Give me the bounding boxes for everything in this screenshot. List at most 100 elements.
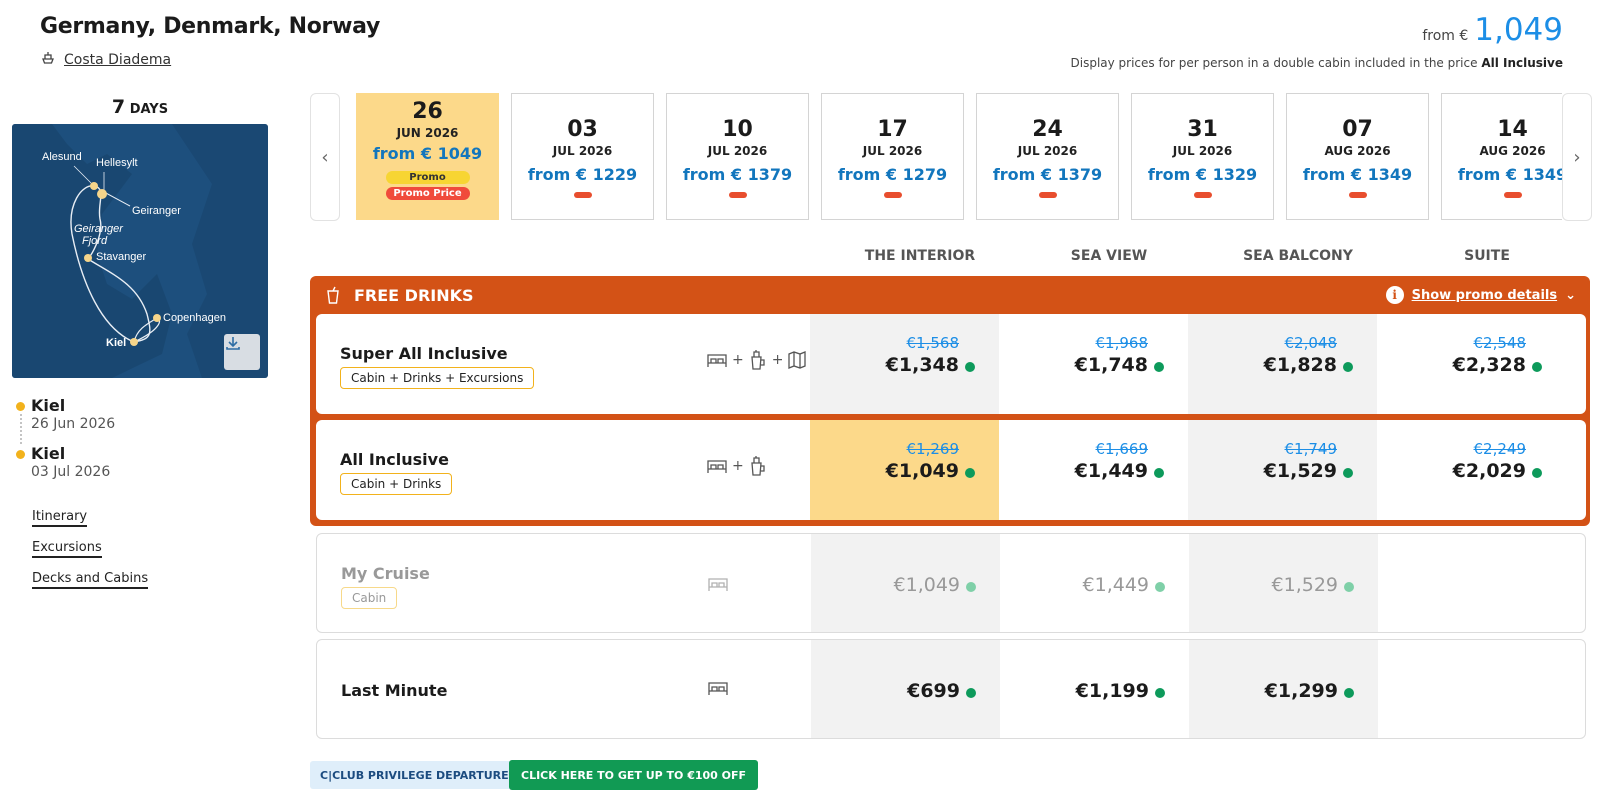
fare-tag: Cabin [341,587,398,609]
chevron-down-icon: ⌄ [1565,287,1576,303]
map-label-hellesylt: Hellesylt [96,157,138,169]
from-label: from € [1422,28,1469,44]
price-cell[interactable]: €1,669 €1,449 [999,420,1188,520]
price-cell[interactable]: €699 [811,640,1000,738]
price-cell[interactable]: €1,529 [1189,534,1378,632]
drink-cup-icon [327,286,339,304]
info-icon: i [1385,286,1404,304]
map-label-geiranger-fjord-1: Geiranger [74,223,124,235]
date-card[interactable]: 10 JUL 2026 from € 1379 [666,93,809,220]
map-label-alesund: Alesund [42,151,82,163]
map-label-geiranger: Geiranger [132,205,181,217]
fare-name: Last Minute [341,681,448,700]
drinks-icon [751,350,765,370]
availability-dot [1154,468,1164,478]
drinks-icon [751,456,765,476]
download-icon [226,337,240,350]
fare-tag: Cabin + Drinks [340,473,453,495]
show-promo-details-button[interactable]: i Show promo details ⌄ [1385,286,1576,304]
link-excursions[interactable]: Excursions [32,540,102,558]
ship-link[interactable]: Costa Diadema [40,50,171,70]
date-card[interactable]: 31 JUL 2026 from € 1329 [1131,93,1274,220]
availability-dot [966,582,976,592]
price-cell[interactable]: €1,968 €1,748 [999,314,1188,414]
cruise-title: Germany, Denmark, Norway [40,14,381,39]
promo-badge: Promo [385,171,470,184]
availability-dot [1155,688,1165,698]
column-header-sea-balcony: SEA BALCONY [1243,248,1353,264]
date-card[interactable]: 26 JUN 2026 from € 1049 Promo Promo Pric… [356,93,499,220]
fare-tag: Cabin + Drinks + Excursions [340,367,535,389]
ship-name[interactable]: Costa Diadema [64,52,171,68]
fare-row-my-cruise: My Cruise Cabin €1,049 €1,449 €1,529 [316,533,1586,633]
port-dot-icon [16,402,25,411]
map-label-stavanger: Stavanger [96,251,146,263]
fare-row-all-inclusive: All Inclusive Cabin + Drinks + €1,269 €1… [316,420,1586,520]
availability-dot [1343,468,1353,478]
promo-header: FREE DRINKS i Show promo details ⌄ [310,276,1590,314]
fare-name: All Inclusive [340,450,449,469]
availability-dot [1155,582,1165,592]
map-label-geiranger-fjord-2: Fjord [82,235,108,247]
price-cell[interactable]: €1,299 [1189,640,1378,738]
column-header-interior: THE INTERIOR [864,248,976,264]
fare-name: My Cruise [341,564,430,583]
date-card[interactable]: 24 JUL 2026 from € 1379 [976,93,1119,220]
bed-icon [708,578,728,591]
sidebar-links: Itinerary Excursions Decks and Cabins [32,505,149,598]
port-connector [20,414,22,444]
from-price-value: 1,049 [1474,12,1563,48]
price-cell[interactable]: €2,048 €1,828 [1188,314,1377,414]
date-card[interactable]: 14 AUG 2026 from € 1349 [1441,93,1562,220]
price-cell[interactable]: €1,449 [1000,534,1189,632]
column-header-sea-view: SEA VIEW [1070,248,1148,264]
date-carousel: 26 JUN 2026 from € 1049 Promo Promo Pric… [356,93,1562,221]
link-decks-cabins[interactable]: Decks and Cabins [32,571,149,589]
availability-dot [1532,468,1542,478]
availability-dot [1344,688,1354,698]
fare-includes: + + [706,349,807,371]
availability-dot [966,688,976,698]
price-cell-selected[interactable]: €1,269 €1,049 [810,420,999,520]
date-card[interactable]: 07 AUG 2026 from € 1349 [1286,93,1429,220]
map-excursion-icon [788,351,807,369]
promo-dash [883,192,902,198]
cclub-privilege-button[interactable]: C|CLUB PRIVILEGE DEPARTURES [310,761,527,789]
price-cell[interactable]: €1,749 €1,529 [1188,420,1377,520]
promo-dash [1193,192,1212,198]
fare-includes [707,574,729,594]
promo-dash [728,192,747,198]
availability-dot [1532,362,1542,372]
column-header-suite: SUITE [1464,248,1510,264]
fare-row-last-minute: Last Minute €699 €1,199 €1,299 [316,639,1586,739]
availability-dot [1343,362,1353,372]
price-cell[interactable]: €1,199 [1000,640,1189,738]
price-cell[interactable]: €1,049 [811,534,1000,632]
availability-dot [1344,582,1354,592]
price-cell[interactable]: €2,548 €2,328 [1377,314,1566,414]
dates-prev-button[interactable]: ‹ [310,93,340,221]
date-card[interactable]: 17 JUL 2026 from € 1279 [821,93,964,220]
promo-price-badge: Promo Price [385,187,470,200]
ship-icon [40,50,56,70]
link-itinerary[interactable]: Itinerary [32,509,88,527]
promo-dash [1038,192,1057,198]
price-cell[interactable]: €2,249 €2,029 [1377,420,1566,520]
promo-dash [1348,192,1367,198]
dates-next-button[interactable]: › [1562,93,1592,221]
trip-duration: 7 DAYS [111,96,169,118]
download-map-button[interactable] [224,334,260,370]
route-map[interactable]: Alesund Hellesylt Geiranger Geiranger Fj… [12,124,268,378]
price-disclaimer: Display prices for per person in a doubl… [1070,56,1564,70]
discount-offer-button[interactable]: CLICK HERE TO GET UP TO €100 OFF [509,760,759,790]
promo-dash [573,192,592,198]
price-cell[interactable]: €1,568 €1,348 [810,314,999,414]
map-label-kiel: Kiel [106,337,126,349]
promo-dash [1503,192,1522,198]
date-card[interactable]: 03 JUL 2026 from € 1229 [511,93,654,220]
fare-includes [707,678,729,698]
promo-label: FREE DRINKS [354,285,474,305]
availability-dot [1154,362,1164,372]
chevron-right-icon: › [1573,146,1581,168]
fare-includes: + [706,455,768,477]
